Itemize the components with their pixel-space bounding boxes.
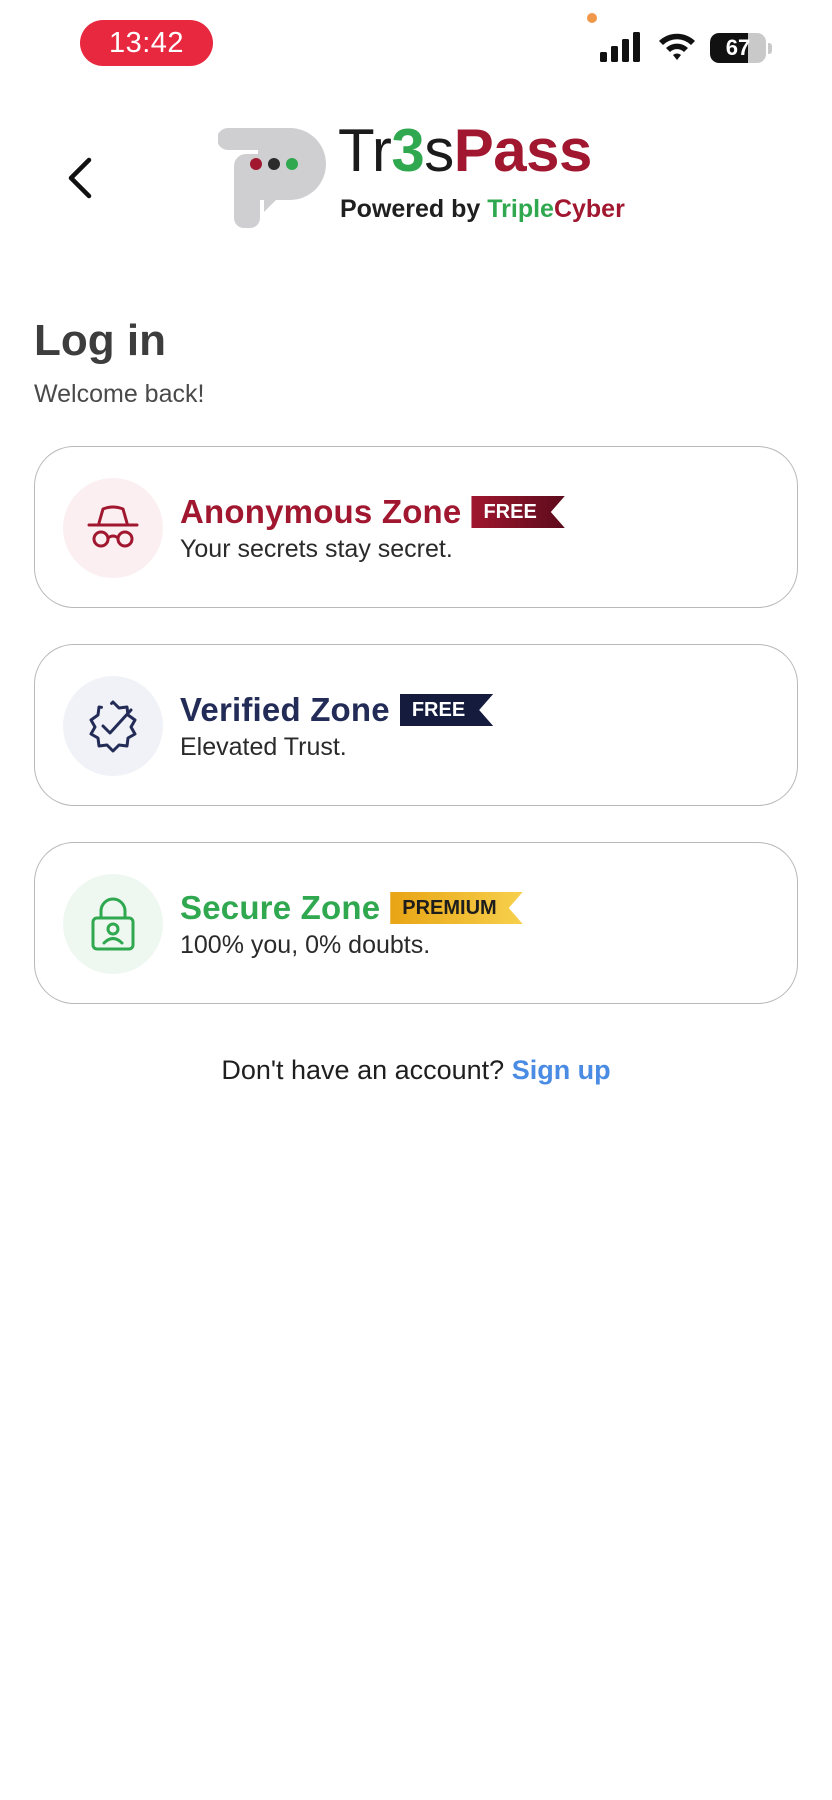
powered-by-cyber: Cyber xyxy=(553,195,625,223)
powered-by-label: Powered by xyxy=(340,195,488,223)
battery-icon: 67 xyxy=(710,33,766,63)
verified-zone-icon-circle xyxy=(63,676,163,776)
brand-part-tr: Tr xyxy=(338,117,392,184)
brand-part-3: 3 xyxy=(391,117,425,184)
battery-level-text: 67 xyxy=(725,35,751,60)
verified-zone-description: Elevated Trust. xyxy=(180,733,347,761)
status-bar: 13:42 67 xyxy=(0,0,832,90)
lock-user-icon xyxy=(91,897,135,951)
incognito-icon xyxy=(87,505,139,548)
cellular-signal-icon xyxy=(600,32,640,62)
brand-part-s: s xyxy=(424,117,454,184)
anonymous-zone-card[interactable]: Anonymous Zone FREE Your secrets stay se… xyxy=(34,446,798,608)
page-subtitle: Welcome back! xyxy=(34,380,205,408)
anonymous-zone-description: Your secrets stay secret. xyxy=(180,535,453,563)
anonymous-zone-badge: FREE xyxy=(471,496,564,528)
secure-zone-description: 100% you, 0% doubts. xyxy=(180,931,431,959)
secure-zone-icon-circle xyxy=(63,874,163,974)
verified-badge-icon xyxy=(89,700,137,753)
trespass-logo-icon xyxy=(218,128,326,228)
signup-row: Don't have an account? Sign up xyxy=(0,1055,832,1086)
sign-up-link[interactable]: Sign up xyxy=(512,1055,611,1085)
status-time: 13:42 xyxy=(80,20,213,66)
wifi-icon xyxy=(659,33,695,60)
verified-zone-card[interactable]: Verified Zone FREE Elevated Trust. xyxy=(34,644,798,806)
privacy-indicator-dot xyxy=(587,13,597,23)
powered-by-line: Powered by TripleCyber xyxy=(340,195,625,224)
secure-zone-card[interactable]: Secure Zone PREMIUM 100% you, 0% doubts. xyxy=(34,842,798,1004)
chevron-left-icon xyxy=(68,157,92,199)
verified-zone-badge: FREE xyxy=(400,694,493,726)
secure-zone-title-row: Secure Zone PREMIUM xyxy=(180,889,523,927)
back-button[interactable] xyxy=(52,148,108,208)
powered-by-triple: Triple xyxy=(487,195,554,223)
brand-name: Tr3sPass xyxy=(338,118,592,184)
verified-zone-title: Verified Zone xyxy=(180,691,390,728)
signup-prompt: Don't have an account? xyxy=(221,1055,512,1085)
verified-zone-title-row: Verified Zone FREE xyxy=(180,691,493,729)
secure-zone-title: Secure Zone xyxy=(180,889,381,926)
anonymous-zone-title: Anonymous Zone xyxy=(180,493,462,530)
battery-cap xyxy=(768,43,772,54)
brand-part-pass: Pass xyxy=(453,117,593,184)
anonymous-zone-icon-circle xyxy=(63,478,163,578)
page-title: Log in xyxy=(34,316,166,365)
secure-zone-badge: PREMIUM xyxy=(390,892,522,924)
anonymous-zone-title-row: Anonymous Zone FREE xyxy=(180,493,565,531)
